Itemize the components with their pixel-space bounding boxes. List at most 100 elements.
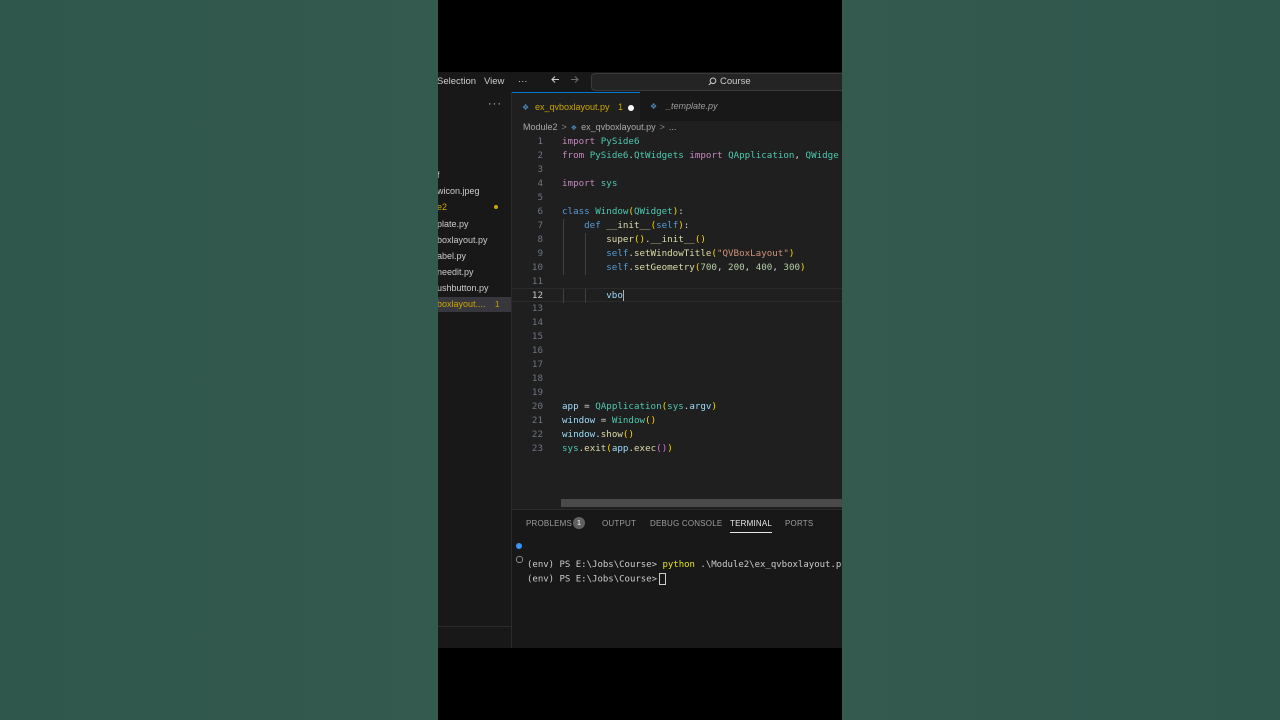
code-line[interactable]: 17 — [512, 358, 842, 372]
code-line[interactable]: 3 — [512, 163, 842, 177]
explorer-item-active[interactable]: boxlayout.... 1 — [438, 297, 511, 312]
command-success-icon — [516, 543, 522, 549]
explorer-item[interactable]: abel.py — [438, 249, 511, 264]
explorer-item-label: wicon.jpeg — [438, 186, 480, 196]
explorer-item-label: boxlayout.py — [438, 235, 488, 245]
menu-selection[interactable]: Selection — [438, 76, 476, 87]
code-line[interactable]: 5 — [512, 191, 842, 205]
explorer-more-button[interactable]: ··· — [488, 98, 502, 110]
tab-output[interactable]: OUTPUT — [602, 519, 636, 528]
tab-ex-qvboxlayout[interactable]: ❖ ex_qvboxlayout.py 1 — [512, 92, 640, 122]
code-editor[interactable]: 1 import PySide6 2 from PySide6.QtWidgets i… — [512, 135, 842, 505]
modified-dot — [494, 205, 498, 209]
breadcrumb-symbol[interactable]: ... — [669, 122, 677, 132]
code-line[interactable]: 20 app = QApplication(sys.argv) — [512, 400, 842, 414]
menu-more[interactable]: ··· — [518, 76, 528, 87]
breadcrumb-file[interactable]: ex_qvboxlayout.py — [581, 122, 656, 132]
explorer-item-label: needit.py — [438, 267, 474, 277]
explorer-item[interactable]: boxlayout.py — [438, 233, 511, 248]
code-text: window.show() — [562, 428, 634, 440]
code-line[interactable]: 4 import sys — [512, 177, 842, 191]
line-number: 9 — [537, 247, 543, 259]
tab-ports[interactable]: PORTS — [785, 519, 813, 528]
explorer-item[interactable]: wicon.jpeg — [438, 184, 511, 199]
code-line[interactable]: 10 self.setGeometry(700, 200, 400, 300) — [512, 260, 842, 275]
vscode-window: Selection View ··· Course ··· f wicon.jp… — [438, 72, 842, 648]
line-number: 21 — [531, 415, 543, 426]
code-line[interactable]: 2 from PySide6.QtWidgets import QApplicat… — [512, 149, 842, 163]
code-line[interactable]: 9 self.setWindowTitle("QVBoxLayout") — [512, 246, 842, 261]
terminal-line[interactable]: (env) PS E:\Jobs\Course> — [516, 553, 667, 593]
tab-terminal[interactable]: TERMINAL — [730, 519, 773, 533]
code-text: class Window(QWidget): — [562, 205, 684, 217]
explorer-item-label: boxlayout.... — [438, 299, 486, 309]
code-line[interactable]: 1 import PySide6 — [512, 135, 842, 149]
explorer-sidebar: ··· f wicon.jpeg e2 plate.py boxlayout.p… — [438, 92, 512, 648]
code-line[interactable]: 16 — [512, 344, 842, 358]
problem-count: 1 — [495, 300, 500, 309]
explorer-item[interactable]: needit.py — [438, 265, 511, 280]
code-text: import PySide6 — [562, 136, 640, 147]
horizontal-scrollbar[interactable] — [561, 499, 842, 507]
explorer-item[interactable]: f — [438, 168, 511, 183]
code-line[interactable]: 15 — [512, 330, 842, 344]
arrow-right-icon[interactable] — [569, 74, 580, 88]
code-text: window = Window() — [562, 415, 657, 426]
terminal-command: python — [662, 560, 695, 570]
terminal-args: .\Module2\ex_qvboxlayout.py — [694, 560, 842, 570]
line-number: 14 — [531, 317, 543, 329]
command-center-search[interactable]: Course — [591, 73, 842, 91]
code-line[interactable]: 12 vbo — [512, 288, 842, 304]
code-line[interactable]: 18 — [512, 372, 842, 386]
background-right — [842, 0, 1280, 720]
explorer-item-label: abel.py — [438, 251, 467, 261]
unsaved-dot-icon[interactable] — [628, 105, 634, 111]
tab-label: ex_qvboxlayout.py — [535, 102, 610, 112]
chevron-right-icon: > — [659, 122, 665, 132]
code-line[interactable]: 11 — [512, 275, 842, 289]
code-text: vbo — [606, 290, 624, 302]
line-number: 16 — [531, 345, 543, 357]
python-file-icon: ❖ — [650, 102, 658, 111]
code-text: from PySide6.QtWidgets import QApplicati… — [562, 149, 839, 161]
line-number: 7 — [537, 219, 543, 231]
explorer-item-label: plate.py — [438, 219, 469, 229]
code-line[interactable]: 7 def __init__(self): — [512, 218, 842, 233]
search-label: Course — [720, 76, 751, 87]
tab-template[interactable]: ❖ _template.py — [642, 92, 742, 121]
menu-view[interactable]: View — [484, 76, 504, 87]
chevron-right-icon: > — [561, 122, 567, 132]
breadcrumb: Module2 > ❖ ex_qvboxlayout.py >... — [523, 122, 680, 134]
line-number: 8 — [537, 233, 543, 245]
line-number: 12 — [531, 290, 543, 302]
code-line[interactable]: 13 — [512, 302, 842, 316]
code-text: import sys — [562, 177, 618, 189]
code-line[interactable]: 22 window.show() — [512, 428, 842, 442]
arrow-left-icon[interactable] — [550, 74, 561, 88]
terminal-cursor — [659, 573, 667, 585]
line-number: 1 — [537, 136, 543, 147]
tab-problems[interactable]: PROBLEMS — [526, 519, 572, 528]
code-line[interactable]: 23 sys.exit(app.exec()) — [512, 442, 842, 456]
line-number: 15 — [531, 331, 543, 343]
python-file-icon: ❖ — [522, 103, 530, 112]
line-number: 18 — [531, 373, 543, 385]
explorer-item-label: ushbutton.py — [438, 283, 489, 293]
line-number: 3 — [537, 163, 543, 175]
explorer-item[interactable]: plate.py — [438, 217, 511, 232]
breadcrumb-folder[interactable]: Module2 — [523, 122, 558, 132]
active-tab-underline — [730, 532, 773, 533]
bottom-panel: PROBLEMS 1 OUTPUT DEBUG CONSOLE TERMINAL… — [512, 509, 842, 648]
explorer-item[interactable]: ushbutton.py — [438, 281, 511, 296]
command-idle-icon — [516, 556, 523, 563]
code-text: self.setGeometry(700, 200, 400, 300) — [606, 261, 806, 273]
code-line[interactable]: 6 class Window(QWidget): — [512, 205, 842, 219]
code-line[interactable]: 8 super().__init__() — [512, 232, 842, 247]
line-number: 10 — [531, 261, 543, 273]
explorer-item-module2[interactable]: e2 — [438, 200, 511, 215]
code-text: self.setWindowTitle("QVBoxLayout") — [606, 247, 795, 259]
code-line[interactable]: 19 — [512, 386, 842, 400]
code-line[interactable]: 14 — [512, 316, 842, 330]
tab-debug-console[interactable]: DEBUG CONSOLE — [650, 519, 722, 528]
code-line[interactable]: 21 window = Window() — [512, 414, 842, 428]
